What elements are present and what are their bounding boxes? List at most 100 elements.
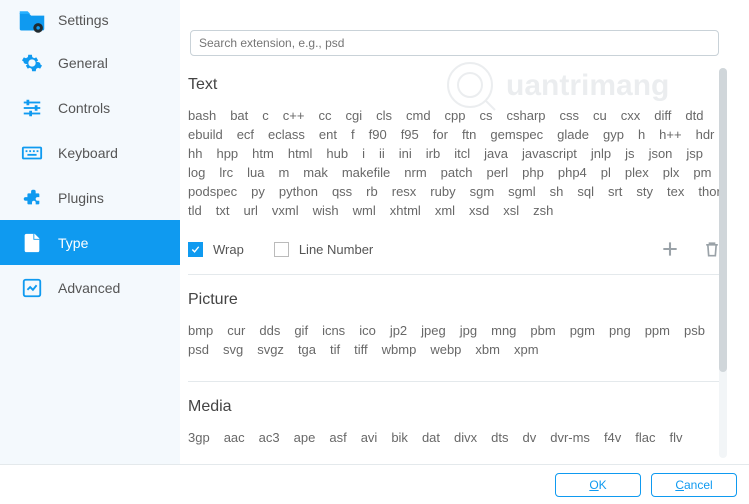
extension-tag[interactable]: hpp	[216, 144, 238, 163]
extension-tag[interactable]: js	[625, 144, 634, 163]
sidebar-item-plugins[interactable]: Plugins	[0, 175, 180, 220]
extension-tag[interactable]: xml	[435, 201, 455, 220]
extension-tag[interactable]: tif	[330, 340, 340, 359]
extension-tag[interactable]: podspec	[188, 182, 237, 201]
extension-tag[interactable]: f	[351, 125, 355, 144]
sidebar-item-controls[interactable]: Controls	[0, 85, 180, 130]
extension-tag[interactable]: qss	[332, 182, 352, 201]
extension-tag[interactable]: svgz	[257, 340, 284, 359]
extension-tag[interactable]: svg	[223, 340, 243, 359]
extension-tag[interactable]: flv	[670, 428, 683, 447]
extension-tag[interactable]: h	[638, 125, 645, 144]
extension-tag[interactable]: ico	[359, 321, 376, 340]
extension-tag[interactable]: gemspec	[490, 125, 543, 144]
extension-tag[interactable]: ini	[399, 144, 412, 163]
extension-tag[interactable]: ent	[319, 125, 337, 144]
extension-tag[interactable]: vxml	[272, 201, 299, 220]
extension-tag[interactable]: ppm	[645, 321, 670, 340]
extension-tag[interactable]: tex	[667, 182, 684, 201]
extension-tag[interactable]: wish	[313, 201, 339, 220]
extension-tag[interactable]: hub	[326, 144, 348, 163]
extension-tag[interactable]: ebuild	[188, 125, 223, 144]
extension-tag[interactable]: xsl	[503, 201, 519, 220]
extension-tag[interactable]: perl	[486, 163, 508, 182]
extension-tag[interactable]: c++	[283, 106, 305, 125]
extension-tag[interactable]: ruby	[430, 182, 455, 201]
extension-tag[interactable]: xbm	[475, 340, 500, 359]
extension-tag[interactable]: htm	[252, 144, 274, 163]
extension-tag[interactable]: php	[522, 163, 544, 182]
extension-tag[interactable]: h++	[659, 125, 681, 144]
extension-tag[interactable]: hdr	[696, 125, 715, 144]
extension-tag[interactable]: python	[279, 182, 318, 201]
extension-tag[interactable]: lrc	[219, 163, 233, 182]
extension-tag[interactable]: icns	[322, 321, 345, 340]
extension-tag[interactable]: xhtml	[390, 201, 421, 220]
add-extension-button[interactable]	[659, 238, 681, 260]
sidebar-item-advanced[interactable]: Advanced	[0, 265, 180, 310]
extension-tag[interactable]: asf	[329, 428, 346, 447]
extension-tag[interactable]: plex	[625, 163, 649, 182]
extension-tag[interactable]: cgi	[345, 106, 362, 125]
extension-tag[interactable]: glade	[557, 125, 589, 144]
extension-tag[interactable]: sty	[636, 182, 653, 201]
extension-tag[interactable]: ftn	[462, 125, 476, 144]
extension-tag[interactable]: irb	[426, 144, 440, 163]
extension-tag[interactable]: itcl	[454, 144, 470, 163]
extension-tag[interactable]: cu	[593, 106, 607, 125]
extension-tag[interactable]: sgm	[470, 182, 495, 201]
extension-tag[interactable]: nrm	[404, 163, 426, 182]
extension-tag[interactable]: c	[262, 106, 269, 125]
extension-tag[interactable]: diff	[654, 106, 671, 125]
scrollbar-thumb[interactable]	[719, 68, 727, 372]
extension-tag[interactable]: mng	[491, 321, 516, 340]
extension-tag[interactable]: patch	[441, 163, 473, 182]
extension-tag[interactable]: jsp	[686, 144, 703, 163]
extension-tag[interactable]: ac3	[259, 428, 280, 447]
extension-tag[interactable]: java	[484, 144, 508, 163]
sidebar-item-keyboard[interactable]: Keyboard	[0, 130, 180, 175]
extension-tag[interactable]: ape	[294, 428, 316, 447]
extension-tag[interactable]: hh	[188, 144, 202, 163]
extension-tag[interactable]: avi	[361, 428, 378, 447]
extension-tag[interactable]: lua	[247, 163, 264, 182]
extension-tag[interactable]: ii	[379, 144, 385, 163]
extension-tag[interactable]: dvr-ms	[550, 428, 590, 447]
linenumber-checkbox[interactable]	[274, 242, 289, 257]
extension-tag[interactable]: psb	[684, 321, 705, 340]
sidebar-item-type[interactable]: Type	[0, 220, 180, 265]
extension-tag[interactable]: javascript	[522, 144, 577, 163]
scrollbar-track[interactable]	[719, 68, 727, 458]
extension-tag[interactable]: psd	[188, 340, 209, 359]
extension-tag[interactable]: cmd	[406, 106, 431, 125]
extension-tag[interactable]: tld	[188, 201, 202, 220]
extension-tag[interactable]: wml	[353, 201, 376, 220]
extension-tag[interactable]: sgml	[508, 182, 535, 201]
extension-tag[interactable]: txt	[216, 201, 230, 220]
extension-tag[interactable]: cc	[318, 106, 331, 125]
extension-tag[interactable]: pm	[693, 163, 711, 182]
extension-tag[interactable]: f95	[401, 125, 419, 144]
extension-tag[interactable]: gif	[294, 321, 308, 340]
extension-tag[interactable]: dat	[422, 428, 440, 447]
extension-tag[interactable]: log	[188, 163, 205, 182]
extension-tag[interactable]: jpg	[460, 321, 477, 340]
wrap-checkbox[interactable]	[188, 242, 203, 257]
extension-tag[interactable]: url	[243, 201, 257, 220]
extension-tag[interactable]: bat	[230, 106, 248, 125]
extension-tag[interactable]: dtd	[685, 106, 703, 125]
extension-tag[interactable]: pbm	[530, 321, 555, 340]
ok-button[interactable]: OK	[555, 473, 641, 497]
extension-tag[interactable]: pl	[601, 163, 611, 182]
extension-tag[interactable]: dts	[491, 428, 508, 447]
extension-tag[interactable]: xsd	[469, 201, 489, 220]
extension-tag[interactable]: cur	[227, 321, 245, 340]
extension-tag[interactable]: aac	[224, 428, 245, 447]
extension-tag[interactable]: wbmp	[382, 340, 417, 359]
extension-tag[interactable]: rb	[366, 182, 378, 201]
extension-tag[interactable]: pgm	[570, 321, 595, 340]
extension-tag[interactable]: 3gp	[188, 428, 210, 447]
extension-tag[interactable]: jp2	[390, 321, 407, 340]
extension-tag[interactable]: cls	[376, 106, 392, 125]
extension-tag[interactable]: py	[251, 182, 265, 201]
